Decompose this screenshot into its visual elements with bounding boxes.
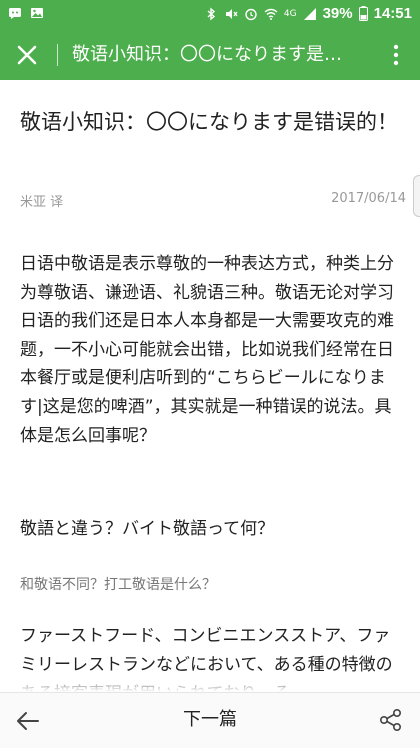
app-bar: 敬语小知识：〇〇になります是错误的！ (0, 30, 420, 80)
back-button[interactable] (14, 707, 42, 735)
status-left-icons (8, 6, 44, 20)
scroll-handle[interactable] (413, 175, 420, 217)
article-date: 2017/06/14 (331, 191, 406, 206)
more-vertical-icon (393, 44, 399, 66)
next-article-button[interactable]: 下一篇 (160, 706, 260, 734)
article-heading-jp: 敬語と違う？バイト敬語って何？ (20, 519, 275, 539)
article-author: 米亚 译 (20, 195, 64, 210)
article-heading-cn: 和敬语不同？打工敬语是什么？ (20, 577, 216, 593)
app-bar-divider (57, 44, 58, 66)
status-right-icons: 4G 39% 14:51 (204, 5, 412, 22)
wifi-icon (264, 8, 278, 20)
status-bar: 4G 39% 14:51 (0, 0, 420, 30)
arrow-left-icon (17, 712, 39, 730)
share-icon (379, 708, 402, 731)
article-content[interactable]: 敬语小知识：〇〇になります是错误的！ 米亚 译 2017/06/14 日语中敬语… (0, 80, 420, 692)
mute-icon (225, 8, 238, 19)
close-button[interactable] (12, 40, 42, 70)
network-type-label: 4G (283, 8, 297, 19)
article-paragraph-intro: 日语中敬语是表示尊敬的一种表达方式，种类上分为尊敬语、谦逊语、礼貌语三种。敬语无… (20, 254, 394, 446)
bluetooth-icon (207, 7, 215, 20)
clock: 14:51 (373, 5, 412, 22)
signal-icon (303, 7, 316, 20)
more-options-button[interactable] (386, 40, 406, 70)
alarm-icon (245, 8, 257, 20)
bottom-bar: 下一篇 (0, 692, 420, 748)
app-bar-title: 敬语小知识：〇〇になります是错误的！ (72, 44, 352, 65)
bottom-fade (0, 672, 420, 692)
close-icon (17, 45, 37, 65)
chat-notification-icon (9, 8, 21, 19)
share-button[interactable] (378, 707, 404, 733)
image-notification-icon (31, 8, 43, 18)
article-title: 敬语小知识：〇〇になります是错误的！ (20, 110, 398, 134)
battery-percent: 39% (322, 5, 353, 22)
battery-icon (358, 6, 368, 21)
